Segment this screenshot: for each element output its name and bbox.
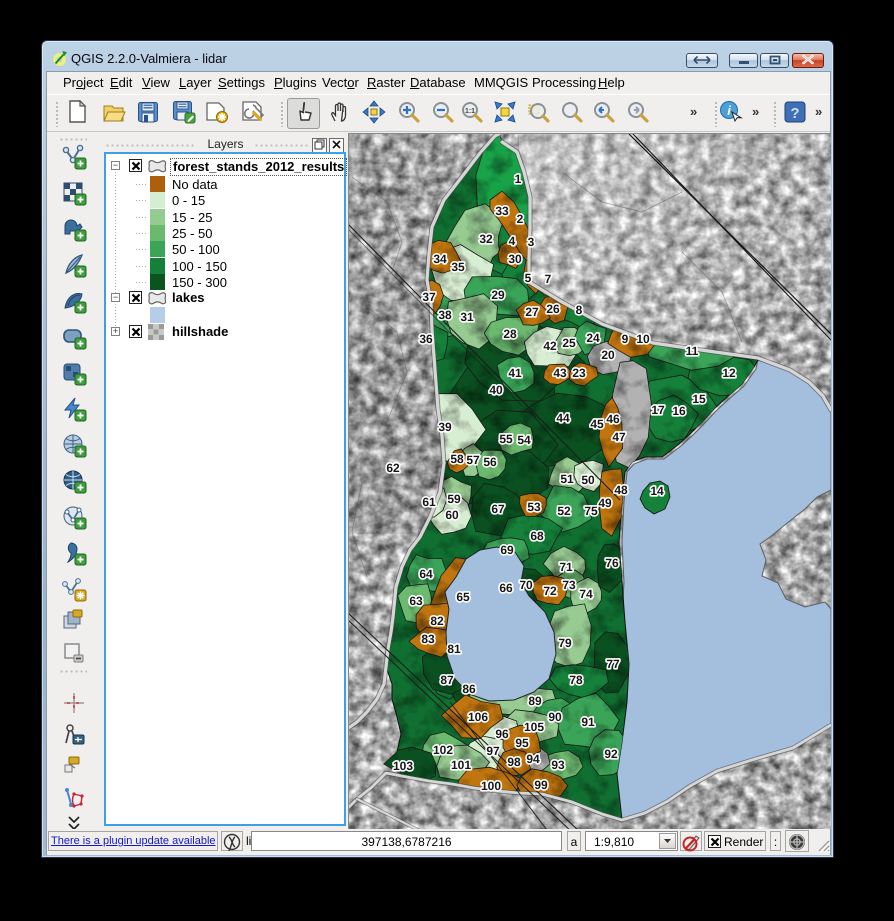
svg-text:45: 45 [590, 417, 604, 431]
svg-text:67: 67 [491, 502, 505, 516]
svg-text:49: 49 [598, 496, 612, 510]
svg-text:47: 47 [612, 430, 626, 444]
svg-text:74: 74 [579, 587, 593, 601]
svg-text:64: 64 [419, 567, 433, 581]
svg-text:53: 53 [527, 500, 541, 514]
svg-text:96: 96 [495, 727, 509, 741]
svg-text:75: 75 [584, 504, 598, 518]
svg-text:55: 55 [499, 432, 513, 446]
svg-text:62: 62 [386, 461, 400, 475]
svg-text:11: 11 [686, 344, 699, 358]
svg-text:52: 52 [557, 504, 571, 518]
svg-text:14: 14 [650, 484, 664, 498]
svg-text:17: 17 [651, 403, 665, 417]
svg-text:106: 106 [468, 710, 488, 724]
svg-text:31: 31 [460, 310, 474, 324]
svg-text:4: 4 [509, 234, 516, 248]
svg-text:16: 16 [672, 404, 686, 418]
svg-text:27: 27 [525, 305, 539, 319]
svg-text:3: 3 [528, 235, 535, 249]
svg-text:70: 70 [519, 578, 533, 592]
svg-text:10: 10 [636, 332, 650, 346]
svg-text:37: 37 [422, 290, 436, 304]
svg-text:38: 38 [438, 308, 452, 322]
svg-text:28: 28 [503, 327, 517, 341]
svg-text:1: 1 [515, 172, 522, 186]
svg-text:91: 91 [581, 715, 595, 729]
svg-text:71: 71 [559, 560, 573, 574]
svg-text:12: 12 [722, 366, 736, 380]
svg-text:42: 42 [543, 339, 557, 353]
svg-text:69: 69 [500, 543, 514, 557]
svg-text:23: 23 [572, 366, 586, 380]
svg-text:7: 7 [545, 272, 552, 286]
svg-text:98: 98 [507, 755, 521, 769]
svg-text:?: ? [790, 105, 799, 122]
svg-text:39: 39 [438, 420, 452, 434]
svg-text:i: i [727, 103, 731, 118]
svg-text:5: 5 [525, 271, 532, 285]
svg-text:77: 77 [606, 657, 620, 671]
svg-text:68: 68 [530, 529, 544, 543]
svg-text:90: 90 [548, 710, 562, 724]
svg-text:73: 73 [562, 578, 576, 592]
svg-text:48: 48 [614, 483, 628, 497]
svg-text:79: 79 [558, 636, 572, 650]
svg-text:94: 94 [526, 752, 540, 766]
svg-text:46: 46 [606, 412, 620, 426]
svg-text:83: 83 [421, 632, 435, 646]
svg-text:29: 29 [491, 288, 505, 302]
svg-text:40: 40 [489, 383, 503, 397]
svg-text:105: 105 [524, 720, 544, 734]
svg-text:20: 20 [601, 348, 615, 362]
svg-text:43: 43 [553, 366, 567, 380]
svg-text:54: 54 [517, 433, 531, 447]
svg-text:32: 32 [479, 232, 493, 246]
svg-text:25: 25 [562, 336, 576, 350]
svg-text:15: 15 [692, 392, 706, 406]
svg-text:50: 50 [581, 473, 595, 487]
svg-text:58: 58 [450, 452, 464, 466]
svg-text:103: 103 [393, 759, 413, 773]
svg-text:97: 97 [486, 744, 500, 758]
svg-text:95: 95 [515, 736, 529, 750]
svg-text:24: 24 [586, 331, 600, 345]
svg-text:87: 87 [440, 673, 454, 687]
svg-text:78: 78 [569, 673, 583, 687]
svg-text:60: 60 [445, 508, 459, 522]
svg-text:101: 101 [451, 758, 471, 772]
svg-text:81: 81 [447, 642, 461, 656]
svg-text:8: 8 [576, 303, 583, 317]
svg-text:76: 76 [605, 556, 619, 570]
svg-text:63: 63 [409, 594, 423, 608]
svg-text:57: 57 [466, 453, 480, 467]
svg-text:36: 36 [419, 332, 433, 346]
svg-text:89: 89 [528, 694, 542, 708]
svg-text:30: 30 [508, 252, 522, 266]
svg-text:1:1: 1:1 [465, 108, 475, 115]
svg-text:86: 86 [462, 682, 476, 696]
svg-text:65: 65 [456, 590, 470, 604]
svg-text:41: 41 [508, 366, 522, 380]
svg-text:44: 44 [556, 411, 570, 425]
svg-text:56: 56 [483, 455, 497, 469]
svg-text:100: 100 [481, 779, 501, 793]
svg-text:26: 26 [546, 302, 560, 316]
svg-text:51: 51 [560, 472, 574, 486]
svg-text:61: 61 [422, 495, 436, 509]
svg-text:2: 2 [517, 212, 524, 226]
svg-text:35: 35 [451, 260, 465, 274]
svg-text:82: 82 [430, 614, 444, 628]
svg-text:66: 66 [499, 581, 513, 595]
svg-text:34: 34 [433, 252, 447, 266]
svg-text:59: 59 [447, 492, 461, 506]
svg-text:92: 92 [604, 747, 618, 761]
svg-text:9: 9 [622, 332, 629, 346]
svg-text:102: 102 [433, 743, 453, 757]
svg-text:99: 99 [534, 778, 548, 792]
svg-text:72: 72 [543, 584, 557, 598]
svg-text:33: 33 [495, 204, 509, 218]
svg-text:93: 93 [551, 758, 565, 772]
